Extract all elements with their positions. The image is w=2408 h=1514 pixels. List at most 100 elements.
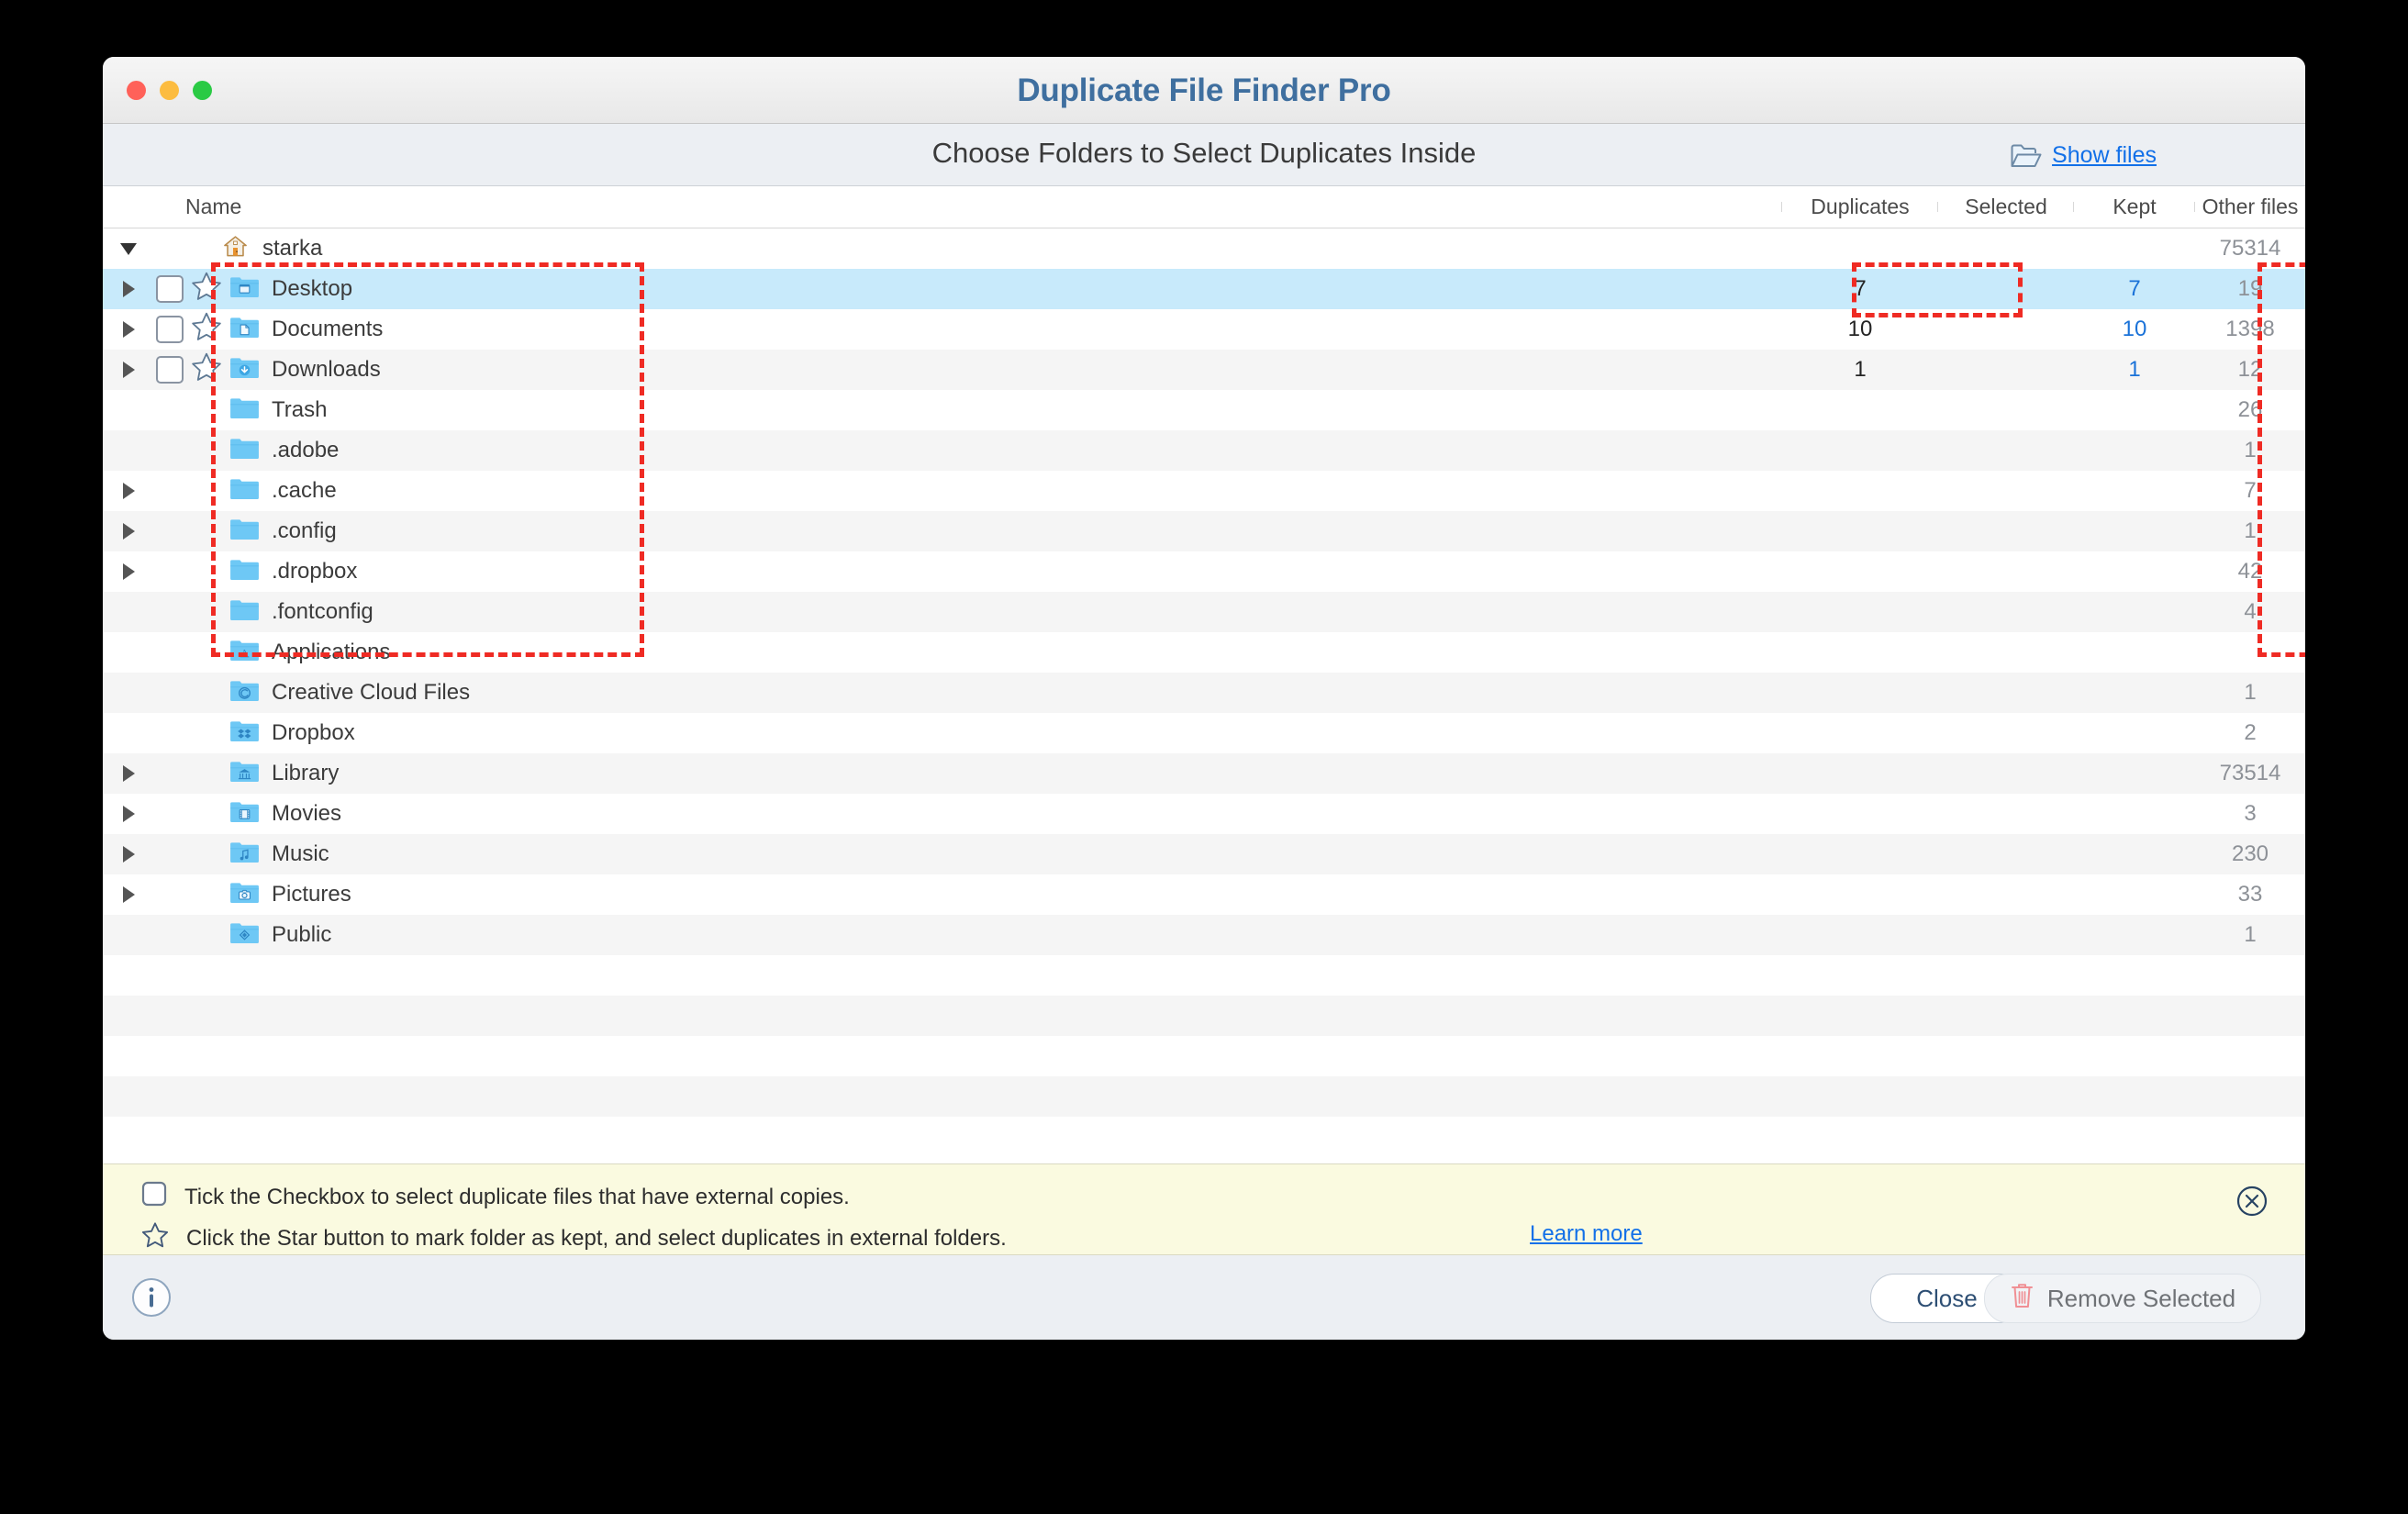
row-other-files-value: 1398 <box>2225 317 2275 341</box>
row-name-cell: Music <box>103 839 1782 870</box>
row-star-button[interactable] <box>191 311 229 349</box>
table-row[interactable]: .fontconfig 4 <box>103 592 2305 632</box>
dropbox-folder-icon <box>229 718 272 749</box>
column-header-other-files[interactable]: Other files <box>2195 195 2305 219</box>
row-label: .fontconfig <box>272 599 373 624</box>
remove-selected-label: Remove Selected <box>2046 1284 2236 1312</box>
row-other-files-value: 73514 <box>2219 761 2281 785</box>
learn-more-link[interactable]: Learn more <box>1530 1221 1643 1247</box>
table-empty-row <box>103 1076 2305 1117</box>
row-kept-value: 1 <box>2128 357 2141 382</box>
disclosure-triangle-collapsed-icon[interactable] <box>110 523 147 540</box>
movies-folder-icon <box>229 798 272 829</box>
row-name-cell: .cache <box>103 475 1782 507</box>
remove-selected-button[interactable]: Remove Selected <box>1984 1274 2261 1323</box>
table-row[interactable]: Pictures 33 <box>103 874 2305 915</box>
row-star-button[interactable] <box>191 351 229 389</box>
disclosure-triangle-collapsed-icon[interactable] <box>110 483 147 499</box>
table-row[interactable]: Public 1 <box>103 915 2305 955</box>
page-title: Choose Folders to Select Duplicates Insi… <box>931 137 1477 169</box>
table-row[interactable]: .cache 7 <box>103 471 2305 511</box>
row-kept-value: 7 <box>2128 276 2141 301</box>
row-star-button[interactable] <box>191 271 229 308</box>
hint-star-row: Click the Star button to mark folder as … <box>141 1221 1007 1255</box>
disclosure-triangle-collapsed-icon[interactable] <box>110 362 147 378</box>
table-row[interactable]: .config 1 <box>103 511 2305 551</box>
table-row[interactable]: A Applications <box>103 632 2305 673</box>
row-label: .dropbox <box>272 559 358 584</box>
row-other-files-value: 2 <box>2244 720 2257 745</box>
row-checkbox[interactable] <box>156 316 184 343</box>
row-name-cell: Pictures <box>103 879 1782 910</box>
row-other-files-value: 42 <box>2237 559 2263 584</box>
public-folder-icon <box>229 919 272 951</box>
row-other-files-value: 4 <box>2244 599 2257 624</box>
row-duplicates-value: 1 <box>1854 357 1867 382</box>
row-checkbox[interactable] <box>156 275 184 303</box>
column-header-name[interactable]: Name <box>103 195 1782 219</box>
table-row[interactable]: .dropbox 42 <box>103 551 2305 592</box>
row-label: .config <box>272 518 337 543</box>
table-row[interactable]: Desktop 7 7 19 <box>103 269 2305 309</box>
disclosure-triangle-collapsed-icon[interactable] <box>110 321 147 338</box>
applications-folder-icon: A <box>229 637 272 668</box>
table-row[interactable]: .adobe 1 <box>103 430 2305 471</box>
table-row[interactable]: Creative Cloud Files 1 <box>103 673 2305 713</box>
row-name-cell: .adobe <box>103 435 1782 466</box>
column-header-selected[interactable]: Selected <box>1938 195 2074 219</box>
table-row[interactable]: Movies 3 <box>103 794 2305 834</box>
desktop-folder-icon <box>229 273 272 305</box>
row-checkbox[interactable] <box>156 356 184 384</box>
row-name-cell: Documents <box>103 311 1782 349</box>
disclosure-triangle-collapsed-icon[interactable] <box>110 886 147 903</box>
row-kept-value: 10 <box>2122 317 2147 341</box>
table-empty-row <box>103 1036 2305 1076</box>
table-row[interactable]: Dropbox 2 <box>103 713 2305 753</box>
row-other-files-value: 75314 <box>2219 236 2281 261</box>
row-label: Desktop <box>272 276 353 301</box>
table-row[interactable]: Trash 26 <box>103 390 2305 430</box>
downloads-folder-icon <box>229 354 272 385</box>
disclosure-triangle-collapsed-icon[interactable] <box>110 765 147 782</box>
folders-table: Name Duplicates Selected Kept Other file… <box>103 185 2305 1165</box>
home-folder-icon <box>220 233 262 264</box>
hint-star-text: Click the Star button to mark folder as … <box>186 1225 1007 1251</box>
documents-folder-icon <box>229 314 272 345</box>
table-row[interactable]: Downloads 1 1 12 <box>103 350 2305 390</box>
table-rows: starka 75314 Desktop 7 7 19 Documents 10 10 1398 D… <box>103 228 2305 1157</box>
app-title: Duplicate File Finder Pro <box>1017 72 1391 108</box>
table-row[interactable]: Music 230 <box>103 834 2305 874</box>
row-label: Movies <box>272 801 342 826</box>
column-header-duplicates[interactable]: Duplicates <box>1782 195 1938 219</box>
row-label: Dropbox <box>272 720 355 745</box>
library-folder-icon <box>229 758 272 789</box>
show-files-link[interactable]: Show files <box>2011 142 2157 169</box>
row-other-files-value: 7 <box>2244 478 2257 503</box>
row-name-cell: A Applications <box>103 637 1782 668</box>
table-empty-row <box>103 955 2305 996</box>
star-hint-icon <box>141 1221 169 1255</box>
creativecloud-folder-icon <box>229 677 272 708</box>
row-label: Pictures <box>272 882 351 907</box>
disclosure-triangle-collapsed-icon[interactable] <box>110 846 147 863</box>
row-label: Documents <box>272 317 384 341</box>
disclosure-triangle-expanded-icon[interactable] <box>110 242 147 255</box>
disclosure-triangle-collapsed-icon[interactable] <box>110 281 147 297</box>
disclosure-triangle-collapsed-icon[interactable] <box>110 806 147 822</box>
table-row[interactable]: starka 75314 <box>103 228 2305 269</box>
checkbox-hint-icon <box>141 1181 167 1213</box>
footer-bar: Close Remove Selected <box>103 1255 2305 1340</box>
column-header-kept[interactable]: Kept <box>2074 195 2195 219</box>
show-files-label: Show files <box>2052 142 2157 168</box>
hint-close-icon[interactable] <box>2235 1185 2269 1218</box>
subheader: Choose Folders to Select Duplicates Insi… <box>103 124 2305 186</box>
row-name-cell: Downloads <box>103 351 1782 389</box>
row-label: starka <box>262 236 323 261</box>
plain-folder-icon <box>229 435 272 466</box>
disclosure-triangle-collapsed-icon[interactable] <box>110 563 147 580</box>
row-other-files-value: 1 <box>2244 438 2257 462</box>
row-name-cell: Dropbox <box>103 718 1782 749</box>
info-icon-button[interactable] <box>130 1276 173 1319</box>
table-row[interactable]: Library 73514 <box>103 753 2305 794</box>
table-row[interactable]: Documents 10 10 1398 <box>103 309 2305 350</box>
